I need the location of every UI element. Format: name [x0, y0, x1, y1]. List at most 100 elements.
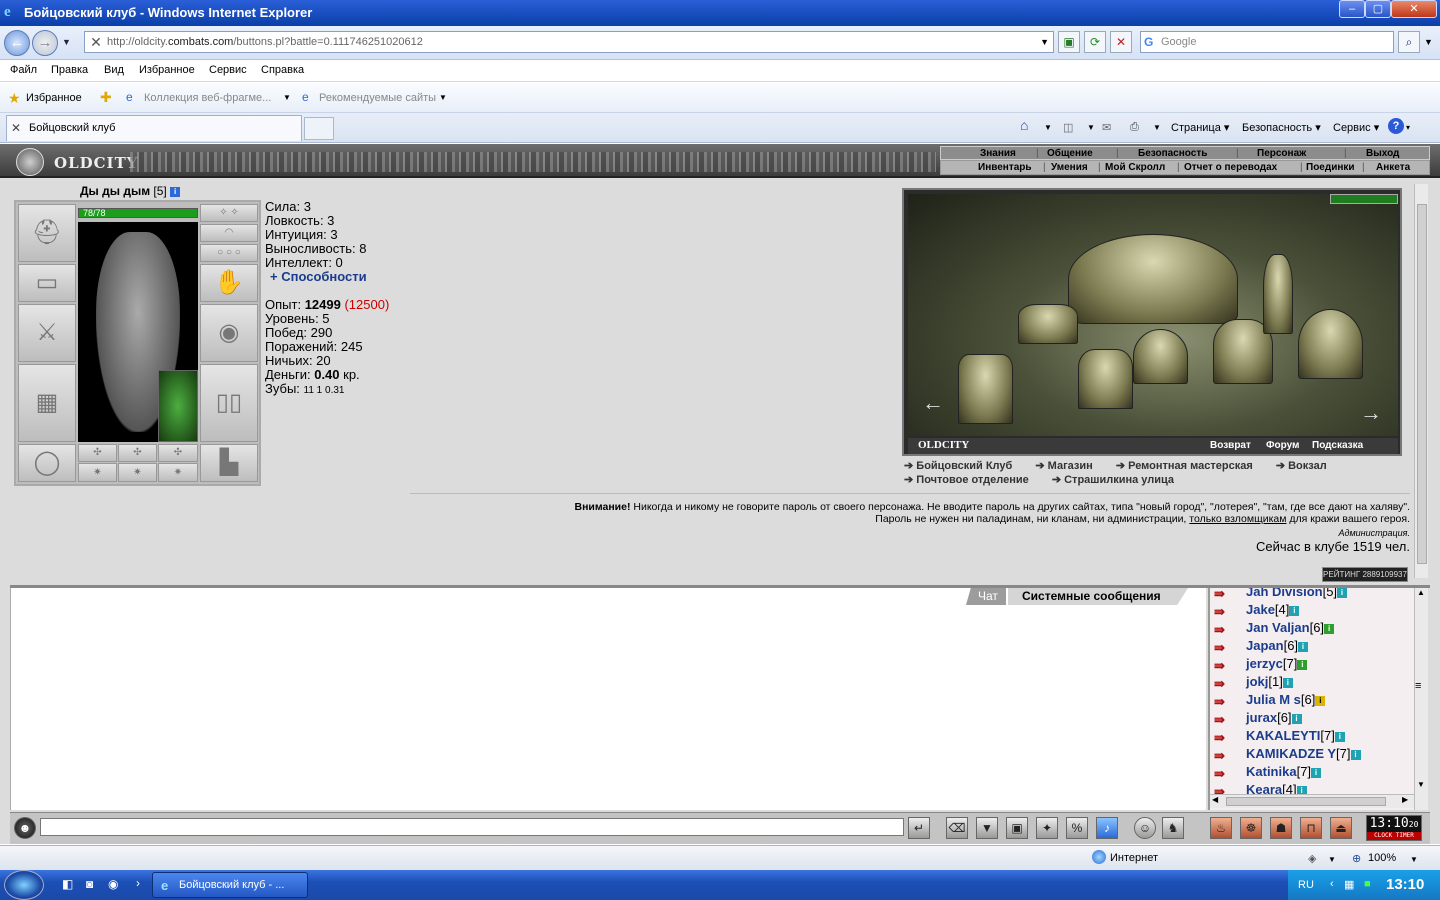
arena-icon[interactable]: ☸: [1240, 817, 1262, 839]
city-return-link[interactable]: Возврат: [1210, 440, 1251, 451]
location-post-office[interactable]: ➔ Почтовое отделение: [904, 474, 1039, 486]
taskbar-item-ie[interactable]: e Бойцовский клуб - ...: [152, 872, 308, 898]
translit-icon[interactable]: %: [1066, 817, 1088, 839]
user-info-icon[interactable]: i: [1337, 588, 1348, 598]
user-list-item[interactable]: ⇛ Jan Valjan[6] i: [1210, 620, 1410, 638]
rune-slot-icon[interactable]: ✣: [158, 444, 198, 462]
quicklaunch-media-icon[interactable]: ◙: [86, 877, 93, 891]
user-list-item[interactable]: ⇛ jurax[6] i: [1210, 710, 1410, 728]
scroll-right-icon[interactable]: ▶: [1402, 795, 1408, 804]
address-bar[interactable]: ✕ http://oldcity.combats.com/buttons.pl?…: [84, 31, 1054, 53]
protected-dropdown-icon[interactable]: ▼: [1328, 855, 1336, 864]
user-info-icon[interactable]: i: [1324, 623, 1335, 634]
nav-duels[interactable]: Поединки: [1306, 162, 1355, 173]
search-button-icon[interactable]: ⌕: [1398, 31, 1420, 53]
info-icon[interactable]: i: [170, 186, 181, 197]
quicklaunch-ie-icon[interactable]: ◧: [62, 877, 73, 891]
city-map-image[interactable]: ← →: [908, 194, 1398, 436]
earring-slot-icon[interactable]: ✧ ✧: [200, 204, 258, 222]
safety-menu[interactable]: Безопасность ▾: [1242, 121, 1321, 134]
user-name-link[interactable]: Jah Division[5] i: [1246, 588, 1348, 599]
exit-icon[interactable]: ⏏: [1330, 817, 1352, 839]
user-name-link[interactable]: jokj[1] i: [1246, 674, 1293, 689]
print-icon[interactable]: ⎙: [1130, 121, 1139, 134]
network-icon[interactable]: ▦: [1344, 878, 1354, 891]
tower-building[interactable]: [1078, 349, 1133, 409]
arrow-left-icon[interactable]: ←: [922, 390, 944, 416]
arena-building[interactable]: [1068, 234, 1238, 324]
nav-transfer-report[interactable]: Отчет о переводах: [1184, 162, 1277, 173]
scroll-grip-icon[interactable]: ≡: [1415, 680, 1421, 692]
bracers-slot-icon[interactable]: ▭: [18, 264, 76, 302]
private-message-arrow-icon[interactable]: ⇛: [1214, 730, 1236, 745]
user-name-link[interactable]: Japan[6] i: [1246, 638, 1309, 653]
user-list-item[interactable]: ⇛ Japan[6] i: [1210, 638, 1410, 656]
user-list-item[interactable]: ⇛ Jah Division[5] i: [1210, 588, 1410, 602]
filter-icon[interactable]: ▼: [976, 817, 998, 839]
quicklaunch-player-icon[interactable]: ◉: [108, 877, 118, 891]
tray-expand-icon[interactable]: ‹: [1330, 878, 1334, 890]
antivirus-icon[interactable]: ■: [1364, 878, 1371, 890]
private-message-arrow-icon[interactable]: ⇛: [1214, 640, 1236, 655]
shield-slot-icon[interactable]: ◉: [200, 304, 258, 362]
weapon-slot-icon[interactable]: ⚔: [18, 304, 76, 362]
user-info-icon[interactable]: i: [1311, 767, 1322, 778]
minimize-button[interactable]: –: [1339, 0, 1365, 18]
private-message-arrow-icon[interactable]: ⇛: [1214, 658, 1236, 673]
bag-icon[interactable]: ☗: [1270, 817, 1292, 839]
user-list-item[interactable]: ⇛ Julia M s[6] i: [1210, 692, 1410, 710]
user-list-item[interactable]: ⇛ Jake[4] i: [1210, 602, 1410, 620]
home-icon[interactable]: ⌂: [1020, 117, 1028, 133]
rune-slot-icon[interactable]: ✣: [118, 444, 157, 462]
scroll-thumb[interactable]: [1417, 204, 1427, 564]
charm-slot-icon[interactable]: ✷: [158, 463, 198, 482]
charm-slot-icon[interactable]: ✷: [78, 463, 117, 482]
language-indicator[interactable]: RU: [1298, 879, 1314, 891]
user-info-icon[interactable]: i: [1282, 677, 1293, 688]
user-info-icon[interactable]: i: [1298, 641, 1309, 652]
user-list-item[interactable]: ⇛ Katinika[7] i: [1210, 764, 1410, 782]
rune-slot-icon[interactable]: ✣: [78, 444, 117, 462]
close-window-button[interactable]: ✕: [1391, 0, 1437, 18]
page-menu[interactable]: Страница ▾: [1171, 121, 1229, 134]
web-slice-dropdown-icon[interactable]: ▼: [283, 93, 291, 102]
lock-icon[interactable]: ⊓: [1300, 817, 1322, 839]
tab-combats[interactable]: ✕ Бойцовский клуб: [6, 115, 302, 141]
character-avatar[interactable]: [78, 222, 198, 442]
pet-avatar-icon[interactable]: [158, 370, 198, 442]
add-favorite-icon[interactable]: ✚: [100, 89, 112, 106]
user-name-link[interactable]: Julia M s[6] i: [1246, 692, 1326, 707]
tab-system-messages[interactable]: Системные сообщения: [1008, 588, 1188, 605]
address-dropdown-icon[interactable]: ▼: [1040, 37, 1049, 47]
rings-slot-icon[interactable]: ○ ○ ○: [200, 244, 258, 262]
menu-edit[interactable]: Правка: [51, 64, 88, 76]
user-info-icon[interactable]: i: [1297, 659, 1308, 670]
amulet-slot-icon[interactable]: ◠: [200, 224, 258, 242]
hscroll-thumb[interactable]: [1226, 797, 1386, 806]
private-message-arrow-icon[interactable]: ⇛: [1214, 748, 1236, 763]
compat-view-icon[interactable]: ▣: [1058, 31, 1080, 53]
print-dropdown-icon[interactable]: ▼: [1153, 123, 1161, 132]
quicklaunch-more-icon[interactable]: ›: [136, 876, 140, 890]
scroll-up-icon[interactable]: ▲: [1417, 588, 1425, 597]
user-list-item[interactable]: ⇛ KAMIKADZE Y[7] i: [1210, 746, 1410, 764]
tools-menu[interactable]: Сервис ▾: [1333, 121, 1379, 134]
zoom-level[interactable]: 100%: [1368, 852, 1396, 864]
user-name-link[interactable]: Jake[4] i: [1246, 602, 1300, 617]
refresh-icon[interactable]: ⟳: [1084, 31, 1106, 53]
chat-input[interactable]: [40, 818, 904, 836]
private-message-arrow-icon[interactable]: ⇛: [1214, 712, 1236, 727]
maximize-button[interactable]: ▢: [1365, 0, 1391, 18]
home-dropdown-icon[interactable]: ▼: [1044, 123, 1052, 132]
forward-button[interactable]: →: [32, 30, 58, 56]
location-station[interactable]: ➔ Вокзал: [1276, 460, 1337, 472]
nav-knowledge[interactable]: Знания: [980, 148, 1016, 159]
search-input[interactable]: G Google: [1140, 31, 1394, 53]
user-list-hscrollbar[interactable]: ◀ ▶: [1210, 794, 1414, 808]
nav-character[interactable]: Персонаж: [1257, 148, 1306, 159]
menu-file[interactable]: Файл: [10, 64, 37, 76]
zoom-dropdown-icon[interactable]: ▼: [1410, 855, 1418, 864]
suggested-sites-link[interactable]: Рекомендуемые сайты: [319, 92, 436, 104]
user-info-icon[interactable]: i: [1334, 731, 1345, 742]
gloves-slot-icon[interactable]: ✋: [200, 264, 258, 302]
